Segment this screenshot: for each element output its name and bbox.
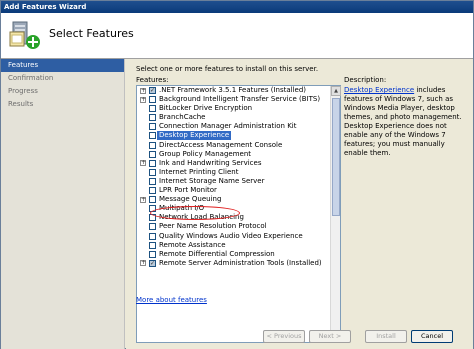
feature-row[interactable]: + Remote Server Administration Tools (Ins… (137, 259, 331, 268)
expand-plus-icon[interactable]: + (140, 96, 146, 103)
feature-label: Connection Manager Administration Kit (159, 122, 297, 131)
feature-label: BranchCache (159, 113, 206, 122)
feature-label: BitLocker Drive Encryption (159, 104, 253, 113)
feature-label: Remote Differential Compression (159, 249, 275, 258)
add-features-wizard-window: Add Features Wizard Select Features Feat… (0, 0, 474, 349)
feature-row[interactable]: Remote Differential Compression (137, 250, 331, 259)
feature-label: .NET Framework 3.5.1 Features (Installed… (159, 86, 307, 94)
feature-label: DirectAccess Management Console (159, 140, 283, 149)
feature-label: Ink and Handwriting Services (159, 158, 262, 167)
feature-row[interactable]: DirectAccess Management Console (137, 141, 331, 150)
feature-checkbox[interactable] (149, 187, 156, 195)
expand-plus-icon[interactable]: + (140, 160, 146, 167)
feature-label: Group Policy Management (159, 149, 252, 158)
features-label: Features: (136, 76, 169, 84)
page-title: Select Features (49, 27, 134, 40)
feature-checkbox[interactable] (149, 123, 156, 131)
wizard-buttons: < Previous Next > Install Cancel (1, 326, 473, 348)
feature-checkbox[interactable] (149, 150, 156, 158)
features-scrollbar[interactable]: ▲ ▼ (330, 86, 341, 342)
feature-checkbox[interactable] (149, 96, 156, 104)
scroll-thumb[interactable] (332, 98, 340, 216)
feature-checkbox[interactable] (149, 250, 156, 258)
step-results: Results (8, 100, 34, 108)
feature-checkbox[interactable] (149, 223, 156, 231)
feature-row[interactable]: Remote Assistance (137, 241, 331, 250)
description-label: Description: (344, 76, 387, 84)
instructions-text: Select one or more features to install o… (136, 65, 319, 73)
feature-label: Internet Printing Client (159, 167, 239, 176)
feature-row[interactable]: BitLocker Drive Encryption (137, 104, 331, 113)
expand-plus-icon[interactable]: + (140, 87, 146, 94)
more-about-features-link[interactable]: More about features (136, 296, 207, 304)
cancel-button[interactable]: Cancel (411, 330, 453, 343)
previous-button[interactable]: < Previous (263, 330, 305, 343)
wizard-steps-sidebar: Features Confirmation Progress Results (1, 59, 125, 349)
description-body: includes features of Windows 7, such as … (344, 86, 462, 157)
scroll-up-arrow-icon[interactable]: ▲ (331, 86, 341, 96)
feature-row[interactable]: + Message Queuing (137, 195, 331, 204)
next-button[interactable]: Next > (309, 330, 351, 343)
red-highlight-ellipse (150, 206, 240, 220)
expand-plus-icon[interactable]: + (140, 260, 146, 267)
wizard-header: Select Features (1, 13, 473, 59)
feature-row[interactable]: Internet Storage Name Server (137, 177, 331, 186)
feature-checkbox[interactable] (149, 105, 156, 113)
install-button[interactable]: Install (365, 330, 407, 343)
feature-row[interactable]: + .NET Framework 3.5.1 Features (Installe… (137, 86, 331, 95)
feature-label: Background Intelligent Transfer Service … (159, 95, 321, 104)
feature-checkbox[interactable] (149, 177, 156, 185)
feature-label: LPR Port Monitor (159, 186, 217, 195)
desktop-experience-link[interactable]: Desktop Experience (344, 86, 414, 94)
feature-row[interactable]: Internet Printing Client (137, 168, 331, 177)
feature-row[interactable]: BranchCache (137, 113, 331, 122)
step-progress: Progress (8, 87, 38, 95)
feature-row[interactable]: Desktop Experience (137, 131, 331, 141)
feature-label: Peer Name Resolution Protocol (159, 222, 267, 231)
feature-label: Remote Assistance (159, 240, 226, 249)
feature-label: Quality Windows Audio Video Experience (159, 231, 303, 240)
feature-checkbox[interactable] (149, 86, 156, 95)
feature-row[interactable]: LPR Port Monitor (137, 186, 331, 195)
feature-row[interactable]: Peer Name Resolution Protocol (137, 222, 331, 231)
feature-label: Internet Storage Name Server (159, 176, 265, 185)
feature-checkbox[interactable] (149, 232, 156, 240)
feature-checkbox[interactable] (149, 114, 156, 122)
feature-checkbox[interactable] (149, 141, 156, 149)
expand-plus-icon[interactable]: + (140, 196, 146, 203)
feature-row[interactable]: Quality Windows Audio Video Experience (137, 232, 331, 241)
window-title: Add Features Wizard (1, 1, 473, 13)
description-text: Desktop Experience includes features of … (344, 86, 466, 158)
step-features[interactable]: Features (1, 59, 124, 72)
feature-checkbox[interactable] (149, 168, 156, 176)
feature-row[interactable]: Group Policy Management (137, 150, 331, 159)
server-features-icon (9, 21, 40, 49)
feature-label: Message Queuing (159, 195, 222, 204)
feature-checkbox[interactable] (149, 196, 156, 204)
feature-row[interactable]: + Ink and Handwriting Services (137, 159, 331, 168)
feature-label: Desktop Experience (157, 131, 232, 141)
feature-checkbox[interactable] (149, 259, 156, 268)
feature-row[interactable]: + Background Intelligent Transfer Service… (137, 95, 331, 104)
feature-checkbox[interactable] (149, 241, 156, 249)
feature-checkbox[interactable] (149, 132, 156, 140)
feature-checkbox[interactable] (149, 159, 156, 167)
wizard-content: Select one or more features to install o… (126, 59, 473, 349)
features-tree[interactable]: + .NET Framework 3.5.1 Features (Installe… (136, 85, 341, 343)
feature-label: Remote Server Administration Tools (Inst… (159, 258, 322, 267)
step-confirmation: Confirmation (8, 74, 54, 82)
feature-row[interactable]: Connection Manager Administration Kit (137, 122, 331, 131)
